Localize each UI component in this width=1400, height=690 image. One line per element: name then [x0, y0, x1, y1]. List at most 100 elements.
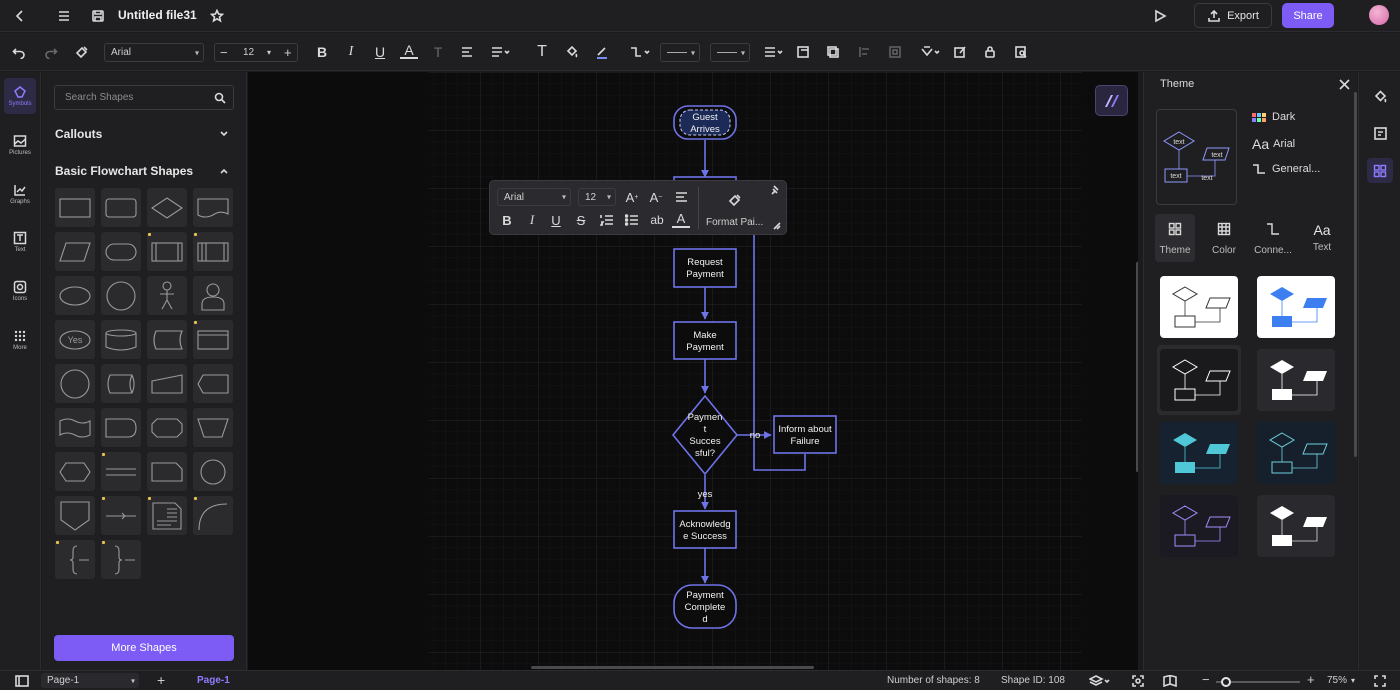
layers-icon[interactable] [1087, 674, 1113, 688]
font-color-icon[interactable]: A [672, 211, 690, 228]
shape-decision[interactable] [147, 188, 187, 227]
line-weight-select[interactable]: ▾ [710, 43, 750, 62]
zoom-level[interactable]: 75% [1327, 675, 1347, 686]
close-icon[interactable] [1337, 77, 1351, 91]
tab-color[interactable]: Color [1204, 222, 1244, 256]
float-font-select[interactable]: Arial ▾ [497, 188, 571, 206]
zoom-slider-thumb[interactable] [1221, 677, 1231, 687]
chevron-down-icon[interactable] [218, 128, 230, 140]
underline-icon[interactable]: U [371, 43, 389, 61]
shape-stored-data[interactable] [147, 320, 187, 359]
theme-toggle-button[interactable] [1367, 158, 1393, 183]
shape-or-circle[interactable] [193, 452, 233, 491]
vertical-scrollbar[interactable] [1136, 262, 1138, 472]
italic-icon[interactable]: I [524, 211, 540, 229]
search-shapes-input[interactable]: Search Shapes [54, 85, 234, 110]
zoom-out-icon[interactable]: − [1202, 672, 1210, 687]
tab-text[interactable]: Aa Text [1302, 222, 1342, 253]
back-icon[interactable] [10, 6, 30, 26]
align-objects-icon[interactable] [856, 43, 874, 61]
export-button[interactable]: Export [1194, 3, 1272, 28]
decrease-font-icon[interactable]: A − [647, 188, 665, 206]
theme-card-light-blue[interactable] [1257, 276, 1335, 338]
increase-font-icon[interactable]: A + [623, 188, 641, 206]
ai-assistant-button[interactable] [1095, 85, 1128, 116]
strikethrough-icon[interactable]: S [573, 211, 589, 229]
bullet-list-icon[interactable] [623, 211, 641, 229]
line-color-icon[interactable] [593, 43, 611, 61]
send-back-icon[interactable] [824, 43, 842, 61]
format-painter-icon[interactable] [73, 43, 91, 61]
text-tool-icon[interactable]: T [533, 43, 551, 61]
shape-lines[interactable] [101, 452, 141, 491]
shape-predefined-process[interactable] [147, 232, 187, 271]
zoom-slider[interactable] [1216, 677, 1300, 687]
shape-actor[interactable] [147, 276, 187, 315]
font-family-select[interactable]: Arial ▾ [104, 43, 204, 62]
avatar[interactable] [1369, 5, 1389, 25]
page-select[interactable]: Page-1 ▾ [41, 673, 139, 688]
shape-terminator[interactable] [101, 232, 141, 271]
rail-item-graphs[interactable]: Graphs [4, 176, 36, 212]
file-title[interactable]: Untitled file31 [118, 8, 197, 22]
shape-internal-storage[interactable] [193, 232, 233, 271]
shape-arc[interactable] [193, 496, 233, 535]
chevron-down-icon[interactable]: ▾ [1351, 676, 1355, 685]
text-align-icon[interactable] [672, 188, 690, 206]
panel-scrollbar[interactable] [1354, 92, 1357, 457]
increase-size-icon[interactable]: + [284, 45, 292, 60]
shape-annotation-note[interactable] [147, 496, 187, 535]
page-panel-icon[interactable] [14, 674, 30, 688]
theme-summary-font[interactable]: Aa Arial [1252, 136, 1295, 152]
fullscreen-icon[interactable] [1372, 674, 1388, 688]
zoom-in-icon[interactable]: + [1307, 672, 1315, 687]
resize-handle-icon[interactable] [772, 221, 782, 231]
rail-item-symbols[interactable]: Symbols [4, 78, 36, 114]
canvas[interactable]: Guest Arrives Request Payment Make Payme… [248, 72, 1138, 670]
line-style-select[interactable]: ▾ [660, 43, 700, 62]
font-color-icon[interactable]: A [400, 42, 418, 59]
font-size-control[interactable]: − 12 ▾ + [214, 43, 298, 62]
group-icon[interactable] [886, 43, 904, 61]
shape-internal-table[interactable] [193, 320, 233, 359]
style-fill-icon[interactable] [1371, 87, 1389, 105]
bold-icon[interactable]: B [499, 211, 515, 229]
shape-brace-left[interactable] [55, 540, 95, 579]
text-case-icon[interactable]: ab [648, 211, 666, 229]
tab-connector[interactable]: Conne... [1253, 222, 1293, 256]
rail-item-text[interactable]: Text [4, 224, 36, 260]
theme-card-light-outline[interactable] [1160, 276, 1238, 338]
align-icon[interactable] [458, 43, 476, 61]
undo-icon[interactable] [10, 43, 28, 61]
shape-ellipse[interactable] [55, 276, 95, 315]
shape-document[interactable] [193, 188, 233, 227]
rail-item-pictures[interactable]: Pictures [4, 127, 36, 163]
fill-icon[interactable] [563, 43, 581, 61]
basic-flowchart-header[interactable]: Basic Flowchart Shapes [55, 164, 193, 178]
bring-front-icon[interactable] [794, 43, 812, 61]
play-icon[interactable] [1150, 6, 1170, 26]
find-replace-icon[interactable] [1012, 43, 1030, 61]
shape-circle[interactable] [101, 276, 141, 315]
format-painter-icon[interactable] [726, 191, 744, 209]
shape-manual-input[interactable] [147, 364, 187, 403]
book-view-icon[interactable] [1162, 674, 1178, 688]
theme-card-dark-solid[interactable] [1257, 349, 1335, 411]
shape-off-page[interactable] [55, 496, 95, 535]
shape-process[interactable] [55, 188, 95, 227]
italic-icon[interactable]: I [342, 43, 360, 61]
edit-icon[interactable] [951, 43, 969, 61]
save-icon[interactable] [88, 6, 108, 26]
theme-card-dark-outline[interactable] [1160, 349, 1238, 411]
theme-card-purple-outline[interactable] [1160, 495, 1238, 557]
numbered-list-icon[interactable] [598, 211, 616, 229]
spacing-icon[interactable] [488, 43, 514, 61]
shape-preparation[interactable] [55, 452, 95, 491]
shape-connector-circle[interactable] [55, 364, 95, 403]
shape-card[interactable] [147, 452, 187, 491]
share-button[interactable]: Share [1282, 3, 1334, 28]
connector-icon[interactable] [627, 43, 653, 61]
theme-card-teal[interactable] [1160, 422, 1238, 484]
tab-theme[interactable]: Theme [1155, 222, 1195, 256]
node-request-payment[interactable] [673, 248, 737, 288]
